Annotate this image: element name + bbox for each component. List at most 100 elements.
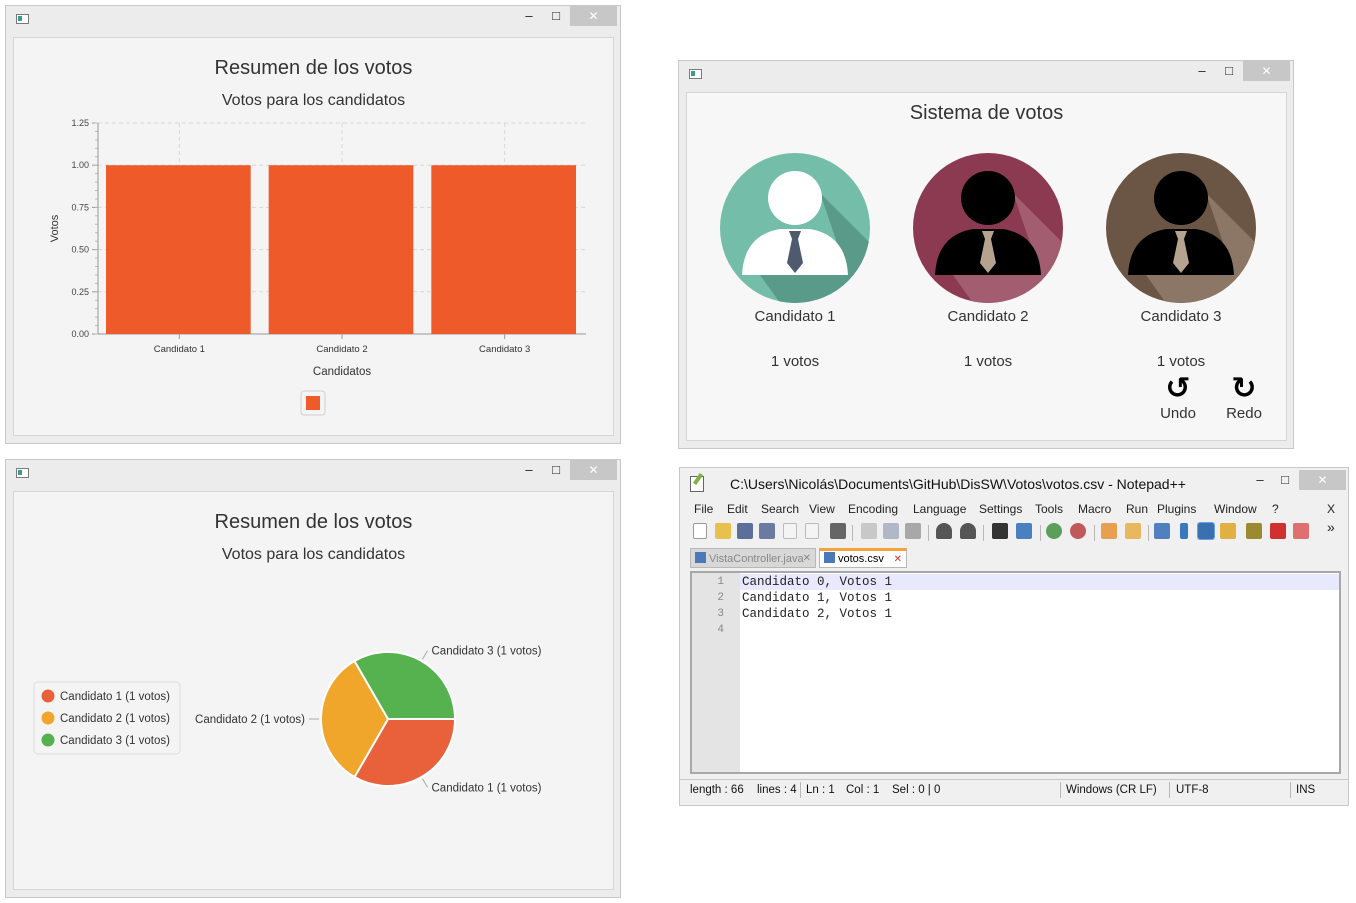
function-list-icon[interactable]	[1246, 523, 1262, 539]
status-eol: Windows (CR LF)	[1066, 784, 1157, 796]
legend-label: Candidato 3 (1 votos)	[60, 735, 170, 747]
close-button[interactable]: ✕	[1243, 61, 1290, 81]
word-wrap-icon[interactable]	[1154, 523, 1170, 539]
close-file-icon[interactable]	[783, 523, 797, 539]
candidate-1-button[interactable]	[720, 153, 870, 303]
toolbar-overflow-icon[interactable]: »	[1327, 519, 1335, 535]
x-tick-label: Candidato 3	[479, 344, 530, 355]
indent-guide-icon[interactable]	[1197, 522, 1215, 540]
zoom-in-icon[interactable]	[1046, 523, 1062, 539]
tab-vistacontroller[interactable]: VistaController.java ✕	[690, 548, 816, 568]
window-title: C:\Users\Nicolás\Documents\GitHub\DisSW\…	[730, 476, 1186, 492]
menu-plugins[interactable]: Plugins	[1157, 502, 1196, 516]
close-button[interactable]: ✕	[1299, 470, 1346, 490]
app-icon	[16, 468, 29, 478]
legend-swatch	[41, 689, 55, 703]
copy-icon[interactable]	[883, 523, 899, 539]
tab-label: votos.csv	[838, 553, 884, 565]
toolbar-separator	[1148, 525, 1149, 541]
toolbar-separator	[928, 525, 929, 541]
candidate-3-button[interactable]	[1106, 153, 1256, 303]
menu-file[interactable]: File	[694, 502, 713, 516]
maximize-button[interactable]: □	[1218, 61, 1240, 81]
person-icon	[913, 153, 1063, 303]
sync-vertical-icon[interactable]	[1101, 523, 1117, 539]
candidate-2-votes: 1 votos	[963, 353, 1013, 370]
status-bar: length : 66 lines : 4 Ln : 1 Col : 1 Sel…	[680, 779, 1348, 800]
notepad-window: C:\Users\Nicolás\Documents\GitHub\DisSW\…	[679, 467, 1349, 806]
redo-icon[interactable]	[960, 523, 976, 539]
legend-label: Candidato 2 (1 votos)	[60, 713, 170, 725]
menu-encoding[interactable]: Encoding	[848, 502, 898, 516]
undo-label: Undo	[1160, 405, 1196, 422]
menu-macro[interactable]: Macro	[1078, 502, 1111, 516]
show-symbols-icon[interactable]	[1180, 523, 1188, 539]
chart-area: Resumen de los votos Votos para los cand…	[13, 491, 614, 890]
save-icon[interactable]	[737, 523, 753, 539]
minimize-button[interactable]: –	[1191, 61, 1213, 81]
sync-horizontal-icon[interactable]	[1125, 523, 1141, 539]
bar	[268, 165, 414, 334]
title-bar: – □ ✕	[679, 61, 1293, 85]
maximize-button[interactable]: □	[1274, 470, 1296, 490]
print-icon[interactable]	[830, 523, 846, 539]
menu-close-doc[interactable]: X	[1327, 502, 1335, 516]
minimize-button[interactable]: –	[518, 6, 540, 26]
menu-run[interactable]: Run	[1126, 502, 1148, 516]
paste-icon[interactable]	[905, 523, 921, 539]
title-bar: – □ ✕	[6, 6, 620, 30]
candidate-2-button[interactable]	[913, 153, 1063, 303]
open-file-icon[interactable]	[715, 523, 731, 539]
document-map-icon[interactable]	[1220, 523, 1236, 539]
toolbar-separator	[1094, 525, 1095, 541]
new-file-icon[interactable]	[693, 523, 707, 539]
bar	[431, 165, 576, 334]
maximize-button[interactable]: □	[545, 6, 567, 26]
folder-workspace-icon[interactable]	[1293, 523, 1309, 539]
menu-window[interactable]: Window	[1214, 502, 1257, 516]
close-button[interactable]: ✕	[570, 6, 617, 26]
candidate-3-votes: 1 votos	[1156, 353, 1206, 370]
status-separator	[1060, 782, 1061, 798]
menu-tools[interactable]: Tools	[1035, 502, 1063, 516]
cut-icon[interactable]	[861, 523, 877, 539]
pie-label-leader	[422, 650, 428, 660]
redo-button[interactable]: ↻ Redo	[1214, 373, 1274, 423]
bar	[106, 165, 251, 334]
y-tick-label: 1.00	[71, 160, 89, 170]
tab-close-icon[interactable]: ✕	[894, 551, 902, 568]
tab-close-icon[interactable]: ✕	[803, 549, 811, 569]
undo-button[interactable]: ↺ Undo	[1148, 373, 1208, 423]
zoom-out-icon[interactable]	[1070, 523, 1086, 539]
save-all-icon[interactable]	[759, 523, 775, 539]
app-icon	[16, 14, 29, 24]
undo-icon[interactable]	[936, 523, 952, 539]
menu-help[interactable]: ?	[1272, 502, 1279, 516]
menu-view[interactable]: View	[809, 502, 835, 516]
close-button[interactable]: ✕	[570, 460, 617, 480]
legend-label: Candidato 1 (1 votos)	[60, 691, 170, 703]
line-number: 1	[717, 576, 724, 588]
macro-record-icon[interactable]	[1270, 523, 1286, 539]
candidate-2-name: Candidato 2	[947, 308, 1029, 325]
menu-edit[interactable]: Edit	[727, 502, 748, 516]
minimize-button[interactable]: –	[1249, 470, 1271, 490]
minimize-button[interactable]: –	[518, 460, 540, 480]
pie-label: Candidato 1 (1 votos)	[432, 782, 542, 794]
menu-search[interactable]: Search	[761, 502, 799, 516]
line-number-gutter: 1 2 3 4	[692, 573, 740, 772]
x-axis-label: Candidatos	[313, 366, 371, 378]
menu-bar: File Edit Search View Encoding Language …	[680, 502, 1348, 518]
candidate-3-name: Candidato 3	[1140, 308, 1222, 325]
editor[interactable]: 1 2 3 4 Candidato 0, Votos 1 Candidato 1…	[690, 571, 1341, 774]
status-lines: lines : 4	[757, 784, 797, 796]
find-icon[interactable]	[992, 523, 1008, 539]
replace-icon[interactable]	[1016, 523, 1032, 539]
maximize-button[interactable]: □	[545, 460, 567, 480]
tab-votos-csv[interactable]: votos.csv ✕	[819, 548, 907, 568]
menu-settings[interactable]: Settings	[979, 502, 1022, 516]
menu-language[interactable]: Language	[913, 502, 966, 516]
voting-window: – □ ✕ Sistema de votos Candidato 1 1 vot…	[678, 60, 1294, 449]
status-length: length : 66	[690, 784, 744, 796]
close-all-icon[interactable]	[805, 523, 819, 539]
